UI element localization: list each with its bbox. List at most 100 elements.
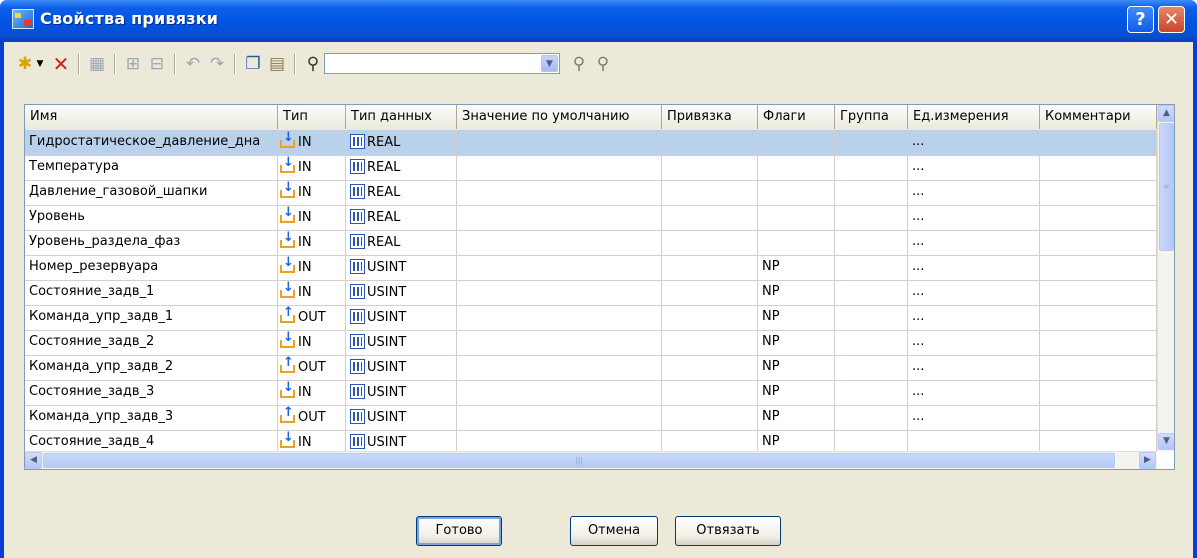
- help-button[interactable]: ?: [1127, 6, 1154, 33]
- new-item-icon[interactable]: ✱: [14, 53, 36, 75]
- cell-flags[interactable]: [758, 130, 835, 155]
- cell-default-value[interactable]: [457, 255, 662, 280]
- cell-unit[interactable]: ...: [908, 255, 1040, 280]
- cell-default-value[interactable]: [457, 130, 662, 155]
- cell-type[interactable]: ↓ IN: [278, 205, 346, 230]
- cell-flags[interactable]: [758, 230, 835, 255]
- table-row[interactable]: Команда_упр_задв_2 ↑ OUT USINT NP...: [25, 355, 1157, 381]
- cell-data-type[interactable]: USINT: [346, 330, 457, 355]
- column-header-binding[interactable]: Привязка: [662, 105, 758, 129]
- cell-default-value[interactable]: [457, 180, 662, 205]
- cell-group[interactable]: [835, 155, 908, 180]
- cell-unit[interactable]: ...: [908, 130, 1040, 155]
- table-row[interactable]: Команда_упр_задв_1 ↑ OUT USINT NP...: [25, 305, 1157, 331]
- cell-comment[interactable]: [1040, 255, 1157, 280]
- cell-unit[interactable]: ...: [908, 355, 1040, 380]
- cell-flags[interactable]: NP: [758, 380, 835, 405]
- cell-name[interactable]: Уровень_раздела_фаз: [25, 230, 278, 255]
- cell-comment[interactable]: [1040, 280, 1157, 305]
- cell-group[interactable]: [835, 205, 908, 230]
- cell-type[interactable]: ↓ IN: [278, 380, 346, 405]
- cell-binding[interactable]: [662, 405, 758, 430]
- cell-binding[interactable]: [662, 280, 758, 305]
- cell-default-value[interactable]: [457, 155, 662, 180]
- table-row[interactable]: Уровень ↓ IN REAL...: [25, 205, 1157, 231]
- cell-group[interactable]: [835, 255, 908, 280]
- delete-icon[interactable]: ✕: [50, 53, 72, 75]
- cell-group[interactable]: [835, 355, 908, 380]
- redo-icon[interactable]: ↷: [206, 53, 228, 75]
- cell-type[interactable]: ↓ IN: [278, 155, 346, 180]
- find-icon[interactable]: ⚲: [302, 53, 324, 75]
- cell-data-type[interactable]: USINT: [346, 380, 457, 405]
- cell-default-value[interactable]: [457, 380, 662, 405]
- cell-comment[interactable]: [1040, 380, 1157, 405]
- cell-group[interactable]: [835, 180, 908, 205]
- cell-group[interactable]: [835, 130, 908, 155]
- undo-icon[interactable]: ↶: [182, 53, 204, 75]
- cell-comment[interactable]: [1040, 355, 1157, 380]
- cell-type[interactable]: ↑ OUT: [278, 405, 346, 430]
- cell-default-value[interactable]: [457, 305, 662, 330]
- paste-icon[interactable]: ▤: [266, 53, 288, 75]
- column-header-type[interactable]: Тип: [278, 105, 346, 129]
- cell-binding[interactable]: [662, 180, 758, 205]
- cell-type[interactable]: ↓ IN: [278, 130, 346, 155]
- cell-unit[interactable]: ...: [908, 380, 1040, 405]
- scroll-right-icon[interactable]: ▶: [1139, 452, 1156, 469]
- cell-name[interactable]: Команда_упр_задв_3: [25, 405, 278, 430]
- cell-comment[interactable]: [1040, 405, 1157, 430]
- column-header-name[interactable]: Имя: [25, 105, 278, 129]
- cell-unit[interactable]: ...: [908, 205, 1040, 230]
- copy-icon[interactable]: ❐: [242, 53, 264, 75]
- cell-type[interactable]: ↓ IN: [278, 255, 346, 280]
- close-button[interactable]: ✕: [1158, 6, 1185, 33]
- cell-comment[interactable]: [1040, 130, 1157, 155]
- cell-type[interactable]: ↓ IN: [278, 230, 346, 255]
- scroll-left-icon[interactable]: ◀: [25, 452, 42, 469]
- cell-flags[interactable]: [758, 155, 835, 180]
- table-row[interactable]: Команда_упр_задв_3 ↑ OUT USINT NP...: [25, 405, 1157, 431]
- column-header-comment[interactable]: Комментари: [1040, 105, 1157, 129]
- title-bar[interactable]: Свойства привязки ? ✕: [0, 0, 1197, 42]
- properties-icon[interactable]: ▦: [86, 53, 108, 75]
- cell-data-type[interactable]: USINT: [346, 355, 457, 380]
- cell-name[interactable]: Состояние_задв_1: [25, 280, 278, 305]
- scroll-down-icon[interactable]: ▼: [1158, 433, 1174, 450]
- cell-name[interactable]: Состояние_задв_2: [25, 330, 278, 355]
- cell-data-type[interactable]: USINT: [346, 405, 457, 430]
- column-header-data-type[interactable]: Тип данных: [346, 105, 457, 129]
- cell-type[interactable]: ↓ IN: [278, 330, 346, 355]
- cell-data-type[interactable]: REAL: [346, 180, 457, 205]
- cell-flags[interactable]: NP: [758, 305, 835, 330]
- cell-binding[interactable]: [662, 330, 758, 355]
- cell-unit[interactable]: ...: [908, 405, 1040, 430]
- cell-data-type[interactable]: REAL: [346, 130, 457, 155]
- table-row[interactable]: Давление_газовой_шапки ↓ IN REAL...: [25, 180, 1157, 206]
- cell-group[interactable]: [835, 230, 908, 255]
- column-header-unit[interactable]: Ед.измерения: [908, 105, 1040, 129]
- ungroup-icon[interactable]: ⊟: [146, 53, 168, 75]
- cell-binding[interactable]: [662, 155, 758, 180]
- unbind-button[interactable]: Отвязать: [675, 516, 781, 546]
- cell-group[interactable]: [835, 380, 908, 405]
- find-next-icon[interactable]: ⚲: [568, 53, 590, 75]
- cell-name[interactable]: Номер_резервуара: [25, 255, 278, 280]
- table-row[interactable]: Температура ↓ IN REAL...: [25, 155, 1157, 181]
- cell-group[interactable]: [835, 405, 908, 430]
- cell-name[interactable]: Уровень: [25, 205, 278, 230]
- cell-flags[interactable]: NP: [758, 355, 835, 380]
- vertical-scrollbar[interactable]: ▲ ≡ ▼: [1157, 105, 1174, 451]
- cell-name[interactable]: Команда_упр_задв_2: [25, 355, 278, 380]
- table-row[interactable]: Состояние_задв_2 ↓ IN USINT NP...: [25, 330, 1157, 356]
- cell-comment[interactable]: [1040, 230, 1157, 255]
- cell-data-type[interactable]: USINT: [346, 280, 457, 305]
- cell-binding[interactable]: [662, 205, 758, 230]
- cell-binding[interactable]: [662, 130, 758, 155]
- cell-type[interactable]: ↓ IN: [278, 280, 346, 305]
- cell-group[interactable]: [835, 280, 908, 305]
- cell-default-value[interactable]: [457, 280, 662, 305]
- cell-default-value[interactable]: [457, 330, 662, 355]
- cell-group[interactable]: [835, 305, 908, 330]
- cell-unit[interactable]: ...: [908, 180, 1040, 205]
